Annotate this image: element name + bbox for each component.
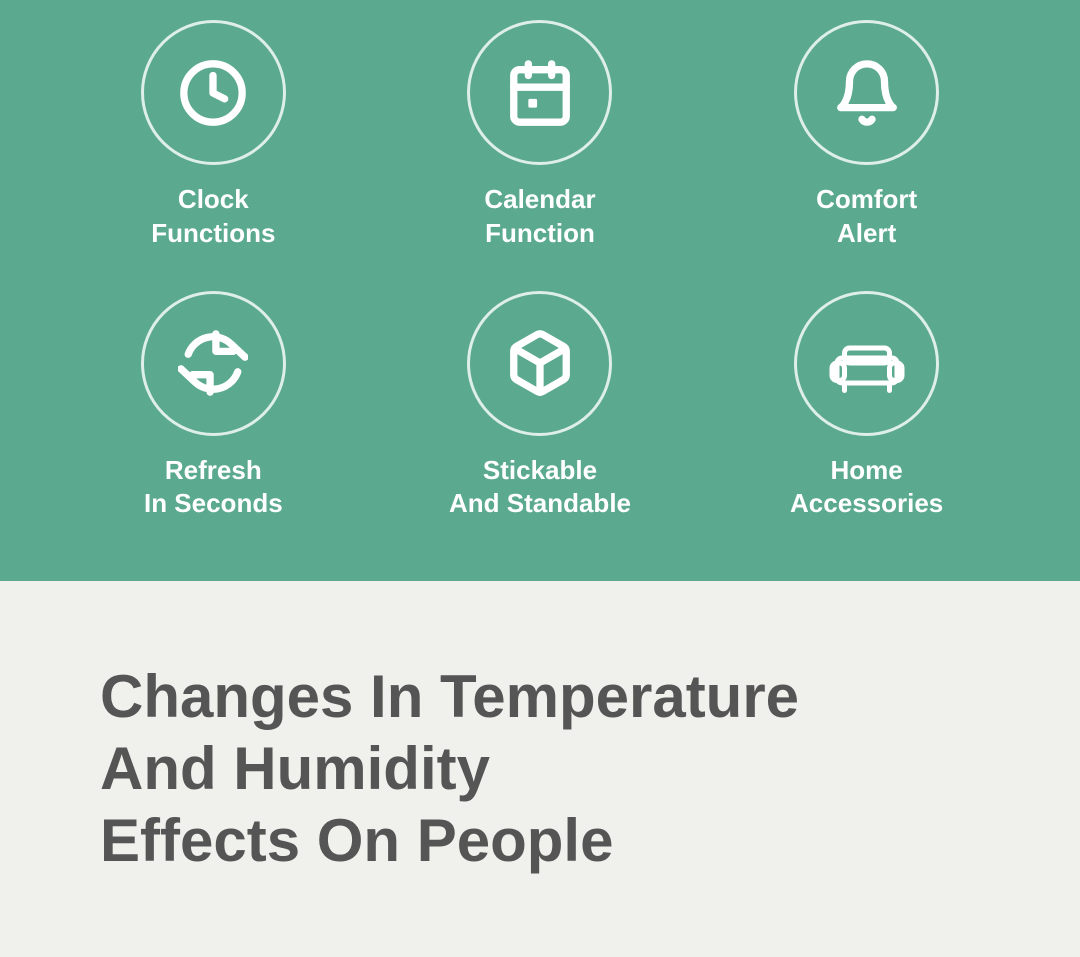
clock-functions-label: Clock Functions [151,183,275,251]
top-section: Clock Functions Calendar Function [0,0,1080,581]
feature-clock-functions[interactable]: Clock Functions [141,20,286,251]
calendar-function-label: Calendar Function [484,183,595,251]
feature-refresh-in-seconds[interactable]: Refresh In Seconds [141,291,286,522]
box-icon-circle [467,291,612,436]
refresh-icon [178,328,248,398]
bottom-heading: Changes In Temperature And Humidity Effe… [100,661,980,877]
feature-stickable-standable[interactable]: Stickable And Standable [449,291,631,522]
calendar-icon [505,58,575,128]
comfort-icon-circle [794,20,939,165]
home-accessories-label: Home Accessories [790,454,943,522]
clock-icon-circle [141,20,286,165]
bottom-section: Changes In Temperature And Humidity Effe… [0,581,1080,957]
clock-icon [178,58,248,128]
feature-calendar-function[interactable]: Calendar Function [467,20,612,251]
sofa-icon [827,333,907,393]
features-grid: Clock Functions Calendar Function [60,20,1020,521]
feature-comfort-alert[interactable]: Comfort Alert [794,20,939,251]
refresh-in-seconds-label: Refresh In Seconds [144,454,283,522]
stickable-standable-label: Stickable And Standable [449,454,631,522]
refresh-icon-circle [141,291,286,436]
comfort-alert-label: Comfort Alert [816,183,917,251]
calendar-icon-circle [467,20,612,165]
comfort-icon [832,58,902,128]
box-icon [505,328,575,398]
sofa-icon-circle [794,291,939,436]
feature-home-accessories[interactable]: Home Accessories [790,291,943,522]
